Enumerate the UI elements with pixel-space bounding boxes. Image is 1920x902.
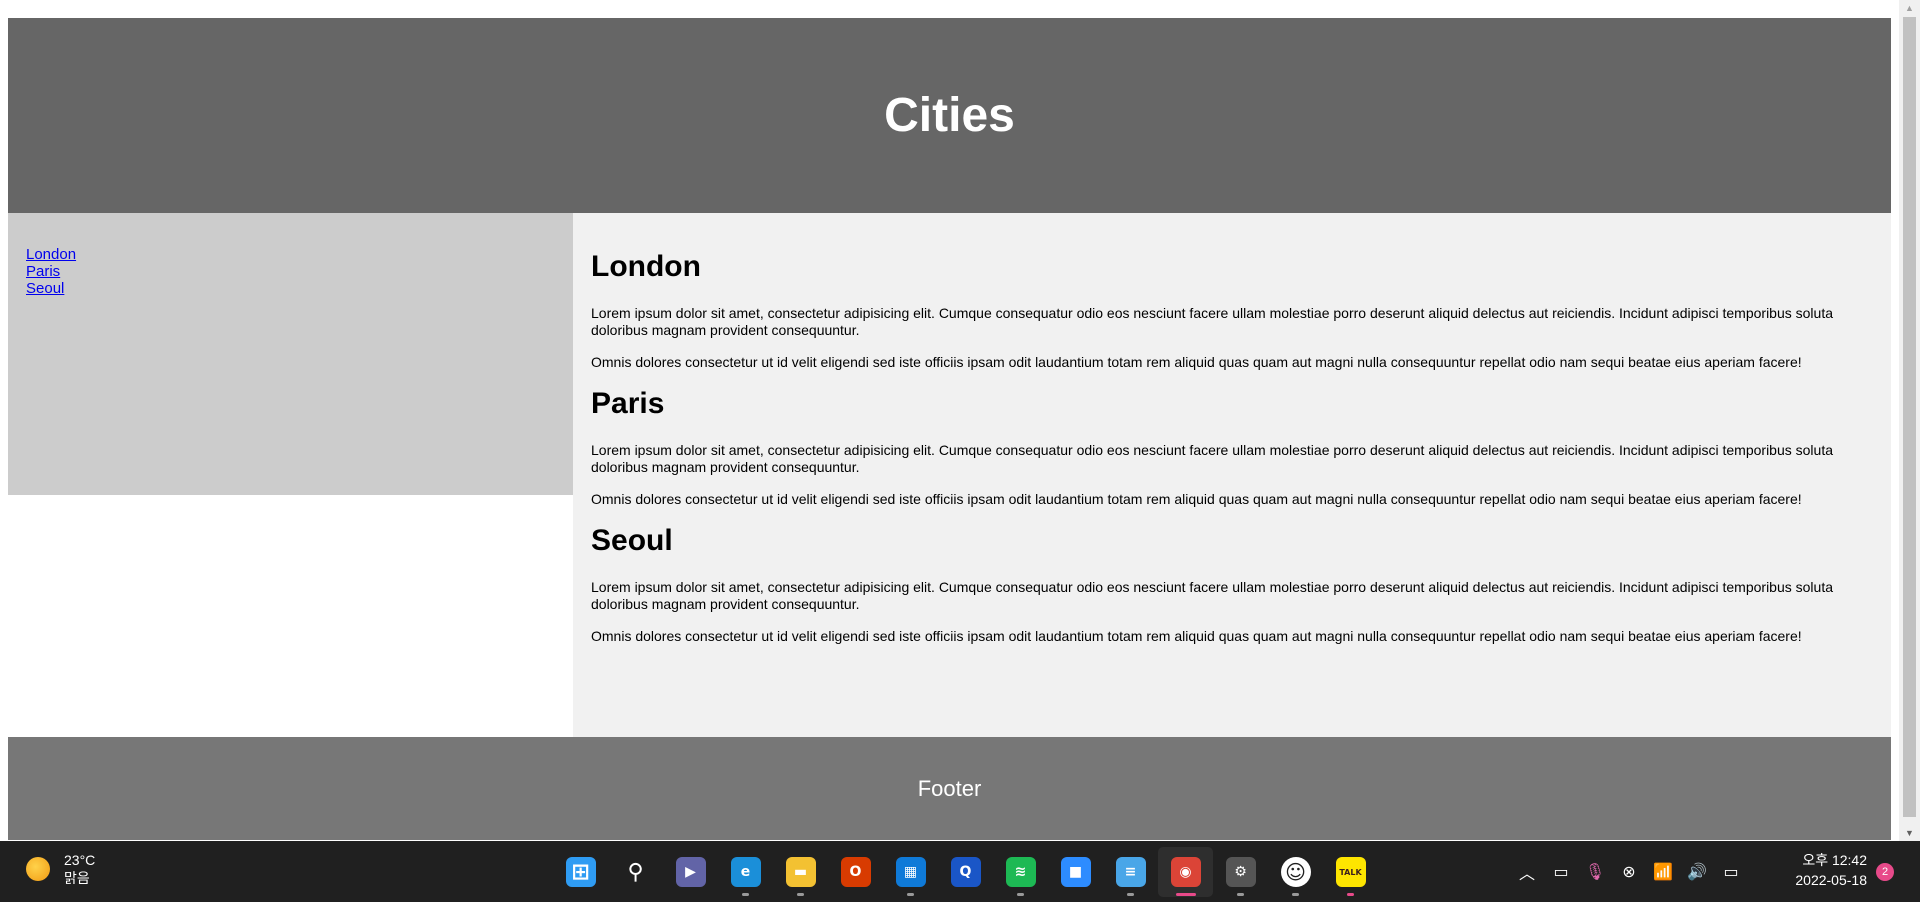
taskbar-app-settings[interactable]: ⚙ xyxy=(1213,847,1268,897)
taskbar-app-start[interactable]: ⊞ xyxy=(553,847,608,897)
nav-link-paris[interactable]: Paris xyxy=(26,263,573,280)
windows-start-icon: ⊞ xyxy=(565,857,596,887)
spotify-icon: ≋ xyxy=(1005,857,1036,887)
weather-widget[interactable]: 23°C 맑음 xyxy=(26,851,95,887)
page-title: Cities xyxy=(884,89,1015,142)
nav-link-seoul[interactable]: Seoul xyxy=(26,280,573,297)
folder-icon: ▬ xyxy=(785,857,816,887)
section-paragraph: Lorem ipsum dolor sit amet, consectetur … xyxy=(591,579,1833,612)
running-indicator xyxy=(1237,893,1244,896)
section-title: London xyxy=(591,250,701,283)
taskbar-app-spotify[interactable]: ≋ xyxy=(993,847,1048,897)
scroll-down-arrow-icon[interactable]: ▼ xyxy=(1899,825,1920,841)
close-circle-icon[interactable]: ⊗ xyxy=(1612,855,1646,889)
running-indicator xyxy=(907,893,914,896)
office-icon: O xyxy=(840,857,871,887)
taskbar-app-edge[interactable]: e xyxy=(718,847,773,897)
page-footer: Footer xyxy=(8,737,1891,840)
zoom-icon: ■ xyxy=(1060,857,1091,887)
taskbar-app-store[interactable]: ▦ xyxy=(883,847,938,897)
smiley-icon: ☺ xyxy=(1280,857,1311,887)
sun-icon xyxy=(26,857,50,881)
section-title: Paris xyxy=(591,387,665,420)
chrome-icon: ◉ xyxy=(1170,857,1201,887)
section-paragraph: Omnis dolores consectetur ut id velit el… xyxy=(591,354,1802,370)
weather-temperature: 23°C xyxy=(64,852,96,868)
weather-condition: 맑음 xyxy=(64,870,90,886)
taskbar-app-chrome[interactable]: ◉ xyxy=(1158,847,1213,897)
page-header: Cities xyxy=(8,18,1891,213)
taskbar-app-kakaotalk[interactable]: TALK xyxy=(1323,847,1378,897)
scroll-thumb[interactable] xyxy=(1903,17,1916,817)
scroll-up-arrow-icon[interactable]: ▲ xyxy=(1899,0,1920,16)
section-seoul: Seoul Lorem ipsum dolor sit amet, consec… xyxy=(591,523,1871,645)
article-content: London Lorem ipsum dolor sit amet, conse… xyxy=(573,213,1891,737)
clock[interactable]: 오후 12:42 2022-05-18 xyxy=(1787,850,1867,890)
kakaotalk-icon: TALK xyxy=(1335,857,1366,887)
browser-viewport: Cities London Paris Seoul London Lorem i… xyxy=(0,0,1899,841)
tablet-icon[interactable]: ▭ xyxy=(1544,855,1578,889)
notepad-icon: ≡ xyxy=(1115,857,1146,887)
taskbar: 23°C 맑음 ⊞ ⚲ ▶ e ▬ O ▦ Q ≋ ■ ≡ ◉ ⚙ ☺ TALK ︿ ▭ 🎙 ⊗ 📶 🔊 ▭ 오후 12… xyxy=(0,841,1920,902)
taskbar-app-emoji-app[interactable]: ☺ xyxy=(1268,847,1323,897)
section-paragraph: Omnis dolores consectetur ut id velit el… xyxy=(591,628,1802,644)
section-london: London Lorem ipsum dolor sit amet, conse… xyxy=(591,249,1871,371)
microphone-icon[interactable]: 🎙 xyxy=(1578,855,1612,889)
taskbar-app-file-explorer[interactable]: ▬ xyxy=(773,847,828,897)
taskbar-app-zoom[interactable]: ■ xyxy=(1048,847,1103,897)
running-indicator xyxy=(1347,893,1354,896)
running-indicator xyxy=(1292,893,1299,896)
taskbar-app-office[interactable]: O xyxy=(828,847,883,897)
section-paris: Paris Lorem ipsum dolor sit amet, consec… xyxy=(591,386,1871,508)
section-paragraph: Lorem ipsum dolor sit amet, consectetur … xyxy=(591,305,1833,338)
notification-badge[interactable]: 2 xyxy=(1876,863,1894,881)
nav-link-london[interactable]: London xyxy=(26,246,573,263)
taskbar-apps: ⊞ ⚲ ▶ e ▬ O ▦ Q ≋ ■ ≡ ◉ ⚙ ☺ TALK xyxy=(553,847,1378,897)
running-indicator xyxy=(1127,893,1134,896)
dictionary-icon: Q xyxy=(950,857,981,887)
system-tray: ︿ ▭ 🎙 ⊗ 📶 🔊 ▭ xyxy=(1510,849,1748,894)
taskbar-app-search[interactable]: ⚲ xyxy=(608,847,663,897)
battery-icon[interactable]: ▭ xyxy=(1714,855,1748,889)
teams-chat-icon: ▶ xyxy=(675,857,706,887)
taskbar-app-notepad[interactable]: ≡ xyxy=(1103,847,1158,897)
running-indicator xyxy=(797,893,804,896)
gear-icon: ⚙ xyxy=(1225,857,1256,887)
section-title: Seoul xyxy=(591,524,673,557)
clock-time: 오후 12:42 xyxy=(1802,852,1867,868)
section-paragraph: Lorem ipsum dolor sit amet, consectetur … xyxy=(591,442,1833,475)
city-nav: London Paris Seoul xyxy=(8,213,573,495)
chevron-up-icon[interactable]: ︿ xyxy=(1510,855,1544,889)
vertical-scrollbar[interactable]: ▲ ▼ xyxy=(1899,0,1920,841)
footer-text: Footer xyxy=(917,775,982,801)
search-icon: ⚲ xyxy=(627,859,644,885)
wifi-icon[interactable]: 📶 xyxy=(1646,855,1680,889)
volume-icon[interactable]: 🔊 xyxy=(1680,855,1714,889)
clock-date: 2022-05-18 xyxy=(1795,872,1867,888)
store-icon: ▦ xyxy=(895,857,926,887)
running-indicator xyxy=(742,893,749,896)
section-paragraph: Omnis dolores consectetur ut id velit el… xyxy=(591,491,1802,507)
taskbar-app-dictionary[interactable]: Q xyxy=(938,847,993,897)
edge-icon: e xyxy=(730,857,761,887)
running-indicator xyxy=(1176,893,1196,896)
running-indicator xyxy=(1017,893,1024,896)
taskbar-app-chat[interactable]: ▶ xyxy=(663,847,718,897)
